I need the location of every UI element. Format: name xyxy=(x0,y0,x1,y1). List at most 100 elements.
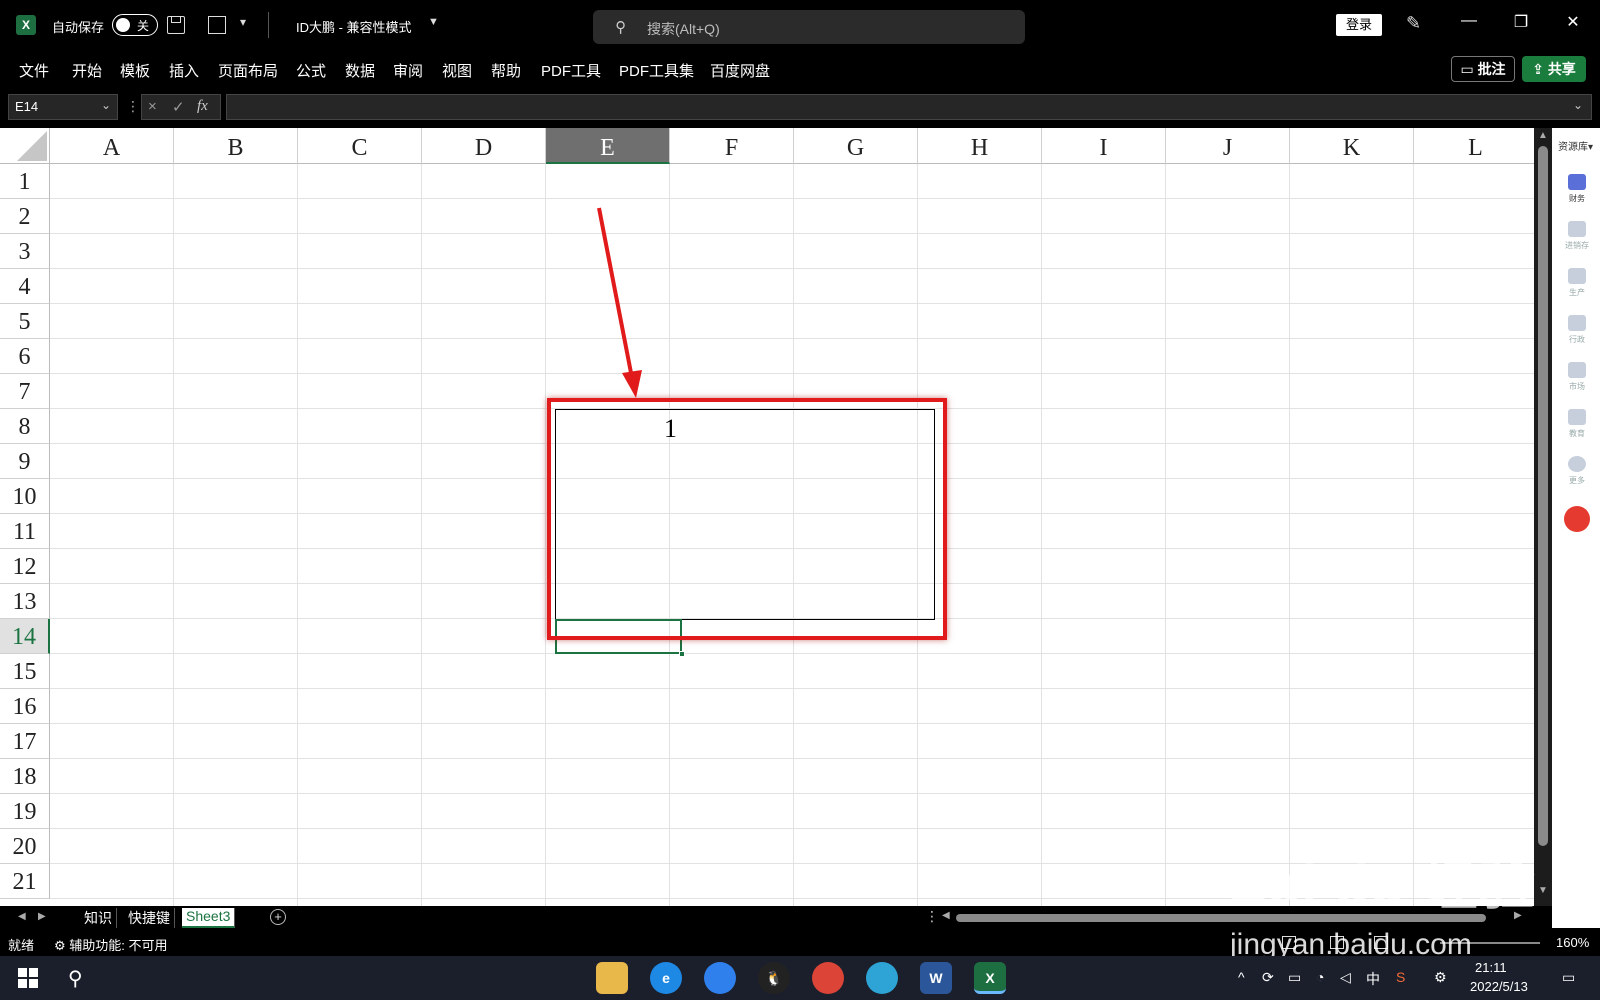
column-header[interactable]: L xyxy=(1414,128,1534,164)
scroll-down-icon[interactable]: ▼ xyxy=(1538,885,1548,896)
scroll-thumb[interactable] xyxy=(1538,146,1548,846)
tab-data[interactable]: 数据 xyxy=(345,60,375,81)
sheet-prev-icon[interactable]: ◀ xyxy=(18,911,26,922)
column-header[interactable]: J xyxy=(1166,128,1290,164)
tray-expand-icon[interactable]: ^ xyxy=(1238,969,1245,985)
row-header[interactable]: 18 xyxy=(0,759,50,794)
row-header[interactable]: 5 xyxy=(0,304,50,339)
side-item-production[interactable]: 生产 xyxy=(1560,268,1594,308)
add-sheet-button[interactable]: + xyxy=(270,909,286,925)
enter-formula-icon[interactable]: ✓ xyxy=(172,98,185,116)
row-header[interactable]: 21 xyxy=(0,864,50,899)
column-header[interactable]: A xyxy=(50,128,174,164)
side-item-more[interactable]: 更多 xyxy=(1560,456,1594,496)
clock-date[interactable]: 2022/5/13 xyxy=(1470,979,1528,994)
row-header[interactable]: 10 xyxy=(0,479,50,514)
row-header[interactable]: 17 xyxy=(0,724,50,759)
tab-review[interactable]: 审阅 xyxy=(393,60,423,81)
search-app-icon[interactable] xyxy=(704,962,736,994)
row-header[interactable]: 16 xyxy=(0,689,50,724)
sheet-next-icon[interactable]: ▶ xyxy=(38,911,46,922)
qq-icon[interactable]: 🐧 xyxy=(758,962,790,994)
column-header[interactable]: H xyxy=(918,128,1042,164)
minimize-button[interactable]: — xyxy=(1454,12,1484,30)
formula-input[interactable]: ⌄ xyxy=(226,94,1592,120)
column-header[interactable]: C xyxy=(298,128,422,164)
restore-button[interactable]: ❐ xyxy=(1506,12,1536,32)
comment-button[interactable]: ▭ 批注 xyxy=(1451,56,1515,82)
tab-splitter[interactable]: ⋮ xyxy=(925,908,939,925)
column-header-selected[interactable]: E xyxy=(546,128,670,164)
file-explorer-icon[interactable] xyxy=(596,962,628,994)
sogou-ime-icon[interactable]: S xyxy=(1396,969,1405,985)
side-item-finance[interactable]: 财务 xyxy=(1560,174,1594,214)
scroll-up-icon[interactable]: ▲ xyxy=(1538,130,1548,141)
zoom-level[interactable]: 160% xyxy=(1556,935,1589,950)
column-header[interactable]: G xyxy=(794,128,918,164)
insert-function-icon[interactable]: fx xyxy=(197,98,208,115)
windows-start-icon[interactable] xyxy=(18,968,38,988)
tab-home[interactable]: 开始 xyxy=(72,60,102,81)
fill-handle[interactable] xyxy=(679,651,685,657)
resource-library-dropdown[interactable]: 资源库▾ xyxy=(1558,138,1593,153)
save-icon[interactable] xyxy=(167,16,185,34)
row-header[interactable]: 7 xyxy=(0,374,50,409)
tab-insert[interactable]: 插入 xyxy=(169,60,199,81)
settings-gear-icon[interactable]: ⚙ xyxy=(1434,969,1447,986)
row-header[interactable]: 9 xyxy=(0,444,50,479)
tab-help[interactable]: 帮助 xyxy=(491,60,521,81)
taskbar-search-icon[interactable]: ⚲ xyxy=(68,966,83,991)
sheet-tab[interactable]: 知识 xyxy=(80,908,117,928)
select-all-corner[interactable] xyxy=(0,128,50,164)
chrome-icon[interactable] xyxy=(812,962,844,994)
spreadsheet-grid[interactable]: A B C D E F G H I J K L 1 2 3 4 5 6 7 8 … xyxy=(0,128,1534,906)
formula-bar-splitter[interactable]: ⋮ xyxy=(126,98,140,115)
column-header[interactable]: F xyxy=(670,128,794,164)
row-header[interactable]: 4 xyxy=(0,269,50,304)
wifi-icon[interactable]: ◔ xyxy=(1316,969,1324,985)
row-header[interactable]: 19 xyxy=(0,794,50,829)
cancel-formula-icon[interactable]: × xyxy=(148,98,157,115)
layout-icon[interactable] xyxy=(208,16,226,34)
clock-time[interactable]: 21:11 xyxy=(1475,960,1507,975)
quick-access-dropdown-icon[interactable]: ▾ xyxy=(240,15,246,29)
row-header[interactable]: 12 xyxy=(0,549,50,584)
sync-icon[interactable]: ⟳ xyxy=(1262,969,1274,986)
search-box[interactable]: ⚲ 搜索(Alt+Q) xyxy=(593,10,1025,44)
close-button[interactable]: ✕ xyxy=(1558,12,1588,32)
edge-icon[interactable] xyxy=(866,962,898,994)
side-item-market[interactable]: 市场 xyxy=(1560,362,1594,402)
scroll-left-icon[interactable]: ◀ xyxy=(942,910,950,921)
autosave-toggle[interactable]: 关 xyxy=(112,14,158,36)
column-header[interactable]: K xyxy=(1290,128,1414,164)
row-header[interactable]: 2 xyxy=(0,199,50,234)
volume-icon[interactable]: ◁ xyxy=(1340,969,1351,986)
tab-pdf-tools[interactable]: PDF工具 xyxy=(541,60,601,81)
share-button[interactable]: ⇪ 共享 xyxy=(1522,56,1586,82)
name-box[interactable]: E14 ⌄ xyxy=(8,94,118,120)
vertical-scrollbar[interactable]: ▲ ▼ xyxy=(1534,128,1552,906)
battery-icon[interactable]: ▭ xyxy=(1288,969,1301,986)
row-header-selected[interactable]: 14 xyxy=(0,619,50,654)
column-header[interactable]: D xyxy=(422,128,546,164)
tab-file[interactable]: 文件 xyxy=(19,60,49,81)
notification-icon[interactable]: ▭ xyxy=(1562,969,1575,986)
chevron-down-icon[interactable]: ▼ xyxy=(428,16,439,28)
tab-pdf-toolset[interactable]: PDF工具集 xyxy=(619,60,694,81)
tab-page-layout[interactable]: 页面布局 xyxy=(218,60,278,81)
word-icon[interactable]: W xyxy=(920,962,952,994)
tab-baidu-netdisk[interactable]: 百度网盘 xyxy=(710,60,770,81)
chevron-down-icon[interactable]: ⌄ xyxy=(101,98,111,112)
row-header[interactable]: 11 xyxy=(0,514,50,549)
column-header[interactable]: B xyxy=(174,128,298,164)
browser-e-icon[interactable]: e xyxy=(650,962,682,994)
row-header[interactable]: 8 xyxy=(0,409,50,444)
sheet-tab-active[interactable]: Sheet3 xyxy=(182,908,236,928)
tab-view[interactable]: 视图 xyxy=(442,60,472,81)
row-header[interactable]: 3 xyxy=(0,234,50,269)
chevron-down-icon[interactable]: ⌄ xyxy=(1573,98,1583,112)
accessibility-status[interactable]: ⚙ 辅助功能: 不可用 xyxy=(54,935,168,954)
row-header[interactable]: 20 xyxy=(0,829,50,864)
pen-icon[interactable]: ✎ xyxy=(1406,13,1421,34)
red-envelope-icon[interactable] xyxy=(1564,506,1590,532)
